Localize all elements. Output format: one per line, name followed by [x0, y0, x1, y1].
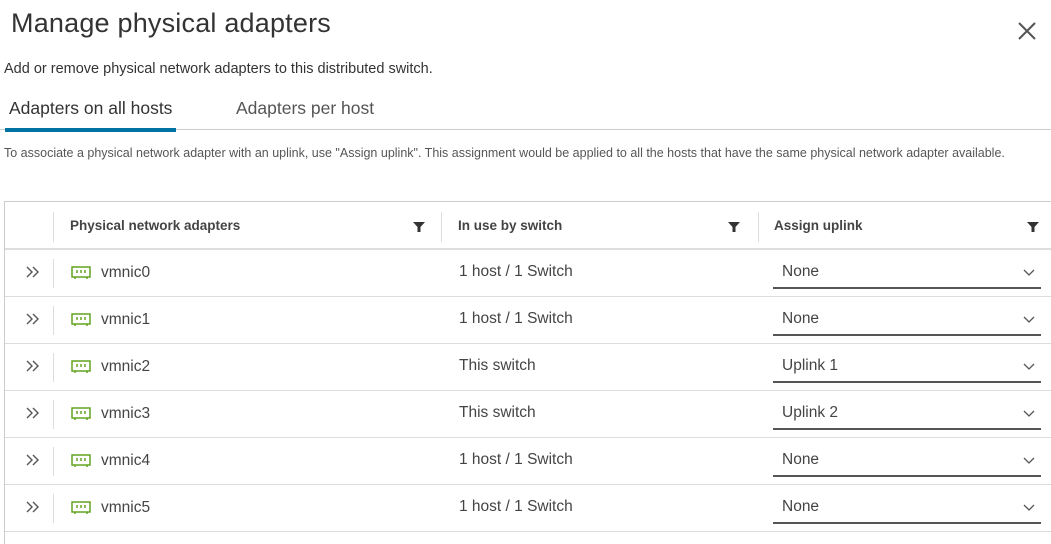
- table-row: vmnic5 1 host / 1 Switch None: [5, 485, 1051, 532]
- assign-uplink-value: Uplink 2: [782, 404, 838, 421]
- adapter-name: vmnic5: [101, 499, 151, 516]
- table-row: vmnic0 1 host / 1 Switch None: [5, 250, 1051, 297]
- network-adapter-icon: [71, 360, 91, 373]
- expand-row-button[interactable]: [23, 450, 43, 470]
- row-separator: [53, 494, 54, 523]
- row-separator: [53, 400, 54, 429]
- assign-uplink-select[interactable]: Uplink 1: [773, 351, 1041, 383]
- chevron-down-icon: [1023, 316, 1035, 323]
- network-adapter-icon: [71, 501, 91, 514]
- assign-uplink-value: None: [782, 263, 820, 280]
- in-use-by-switch: This switch: [459, 404, 536, 421]
- adapter-name: vmnic0: [101, 264, 151, 281]
- double-chevron-right-icon: [26, 454, 39, 466]
- table-row: vmnic3 This switch Uplink 2: [5, 391, 1051, 438]
- assign-uplink-value: Uplink 1: [782, 357, 838, 374]
- in-use-by-switch: 1 host / 1 Switch: [459, 451, 573, 468]
- row-separator: [53, 353, 54, 382]
- filter-icon[interactable]: [413, 221, 425, 233]
- adapter-name: vmnic4: [101, 452, 151, 469]
- adapter-name: vmnic1: [101, 311, 151, 328]
- grid-header: Physical network adapters In use by swit…: [5, 202, 1051, 250]
- assign-uplink-value: None: [782, 310, 820, 327]
- row-separator: [53, 306, 54, 335]
- column-header-assign-uplink[interactable]: Assign uplink: [774, 202, 863, 248]
- chevron-down-icon: [1023, 410, 1035, 417]
- filter-icon[interactable]: [728, 221, 740, 233]
- assign-uplink-select[interactable]: None: [773, 304, 1041, 336]
- tab-bar: Adapters on all hosts Adapters per host: [0, 90, 1051, 132]
- expand-row-button[interactable]: [23, 262, 43, 282]
- in-use-by-switch: 1 host / 1 Switch: [459, 310, 573, 327]
- network-adapter-icon: [71, 313, 91, 326]
- table-row: vmnic4 1 host / 1 Switch None: [5, 438, 1051, 485]
- double-chevron-right-icon: [26, 360, 39, 372]
- assign-uplink-select[interactable]: Uplink 2: [773, 398, 1041, 430]
- table-row: vmnic1 1 host / 1 Switch None: [5, 297, 1051, 344]
- info-text: To associate a physical network adapter …: [4, 146, 1005, 160]
- column-separator: [53, 212, 54, 242]
- chevron-down-icon: [1023, 504, 1035, 511]
- double-chevron-right-icon: [26, 313, 39, 325]
- dialog-subtitle: Add or remove physical network adapters …: [4, 61, 433, 77]
- assign-uplink-value: None: [782, 451, 820, 468]
- expand-row-button[interactable]: [23, 356, 43, 376]
- assign-uplink-select[interactable]: None: [773, 257, 1041, 289]
- column-separator[interactable]: [441, 212, 442, 242]
- adapters-grid: Physical network adapters In use by swit…: [4, 201, 1051, 544]
- filter-icon[interactable]: [1027, 221, 1039, 233]
- close-button[interactable]: [1014, 18, 1040, 44]
- tab-adapters-per-host[interactable]: Adapters per host: [230, 98, 380, 130]
- adapter-name: vmnic2: [101, 358, 151, 375]
- expand-row-button[interactable]: [23, 403, 43, 423]
- assign-uplink-select[interactable]: None: [773, 445, 1041, 477]
- assign-uplink-select[interactable]: None: [773, 492, 1041, 524]
- close-icon: [1018, 22, 1036, 40]
- expand-row-button[interactable]: [23, 497, 43, 517]
- expand-row-button[interactable]: [23, 309, 43, 329]
- chevron-down-icon: [1023, 269, 1035, 276]
- double-chevron-right-icon: [26, 501, 39, 513]
- adapter-name: vmnic3: [101, 405, 151, 422]
- column-header-physical-adapters[interactable]: Physical network adapters: [70, 202, 240, 248]
- row-separator: [53, 447, 54, 476]
- row-separator: [53, 259, 54, 288]
- double-chevron-right-icon: [26, 266, 39, 278]
- table-row: vmnic2 This switch Uplink 1: [5, 344, 1051, 391]
- assign-uplink-value: None: [782, 498, 820, 515]
- dialog-title: Manage physical adapters: [11, 8, 331, 38]
- in-use-by-switch: 1 host / 1 Switch: [459, 263, 573, 280]
- network-adapter-icon: [71, 266, 91, 279]
- column-header-in-use-by-switch[interactable]: In use by switch: [458, 202, 562, 248]
- tab-adapters-on-all-hosts[interactable]: Adapters on all hosts: [3, 98, 178, 132]
- chevron-down-icon: [1023, 363, 1035, 370]
- column-separator[interactable]: [758, 212, 759, 242]
- network-adapter-icon: [71, 454, 91, 467]
- in-use-by-switch: This switch: [459, 357, 536, 374]
- network-adapter-icon: [71, 407, 91, 420]
- double-chevron-right-icon: [26, 407, 39, 419]
- in-use-by-switch: 1 host / 1 Switch: [459, 498, 573, 515]
- chevron-down-icon: [1023, 457, 1035, 464]
